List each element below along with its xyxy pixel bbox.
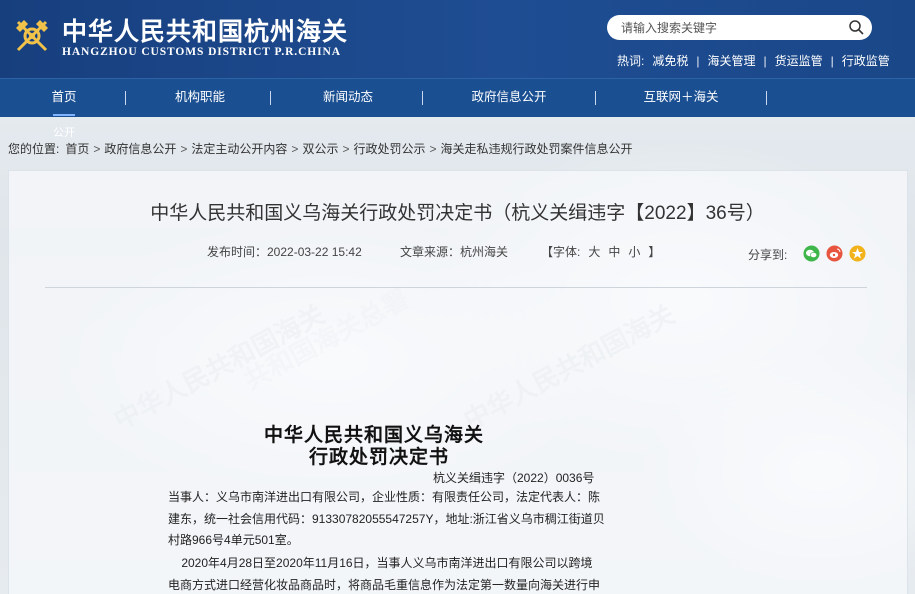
breadcrumb-double-publicity[interactable]: 双公示 — [302, 140, 338, 157]
title-divider — [45, 287, 867, 288]
search-box — [607, 15, 872, 40]
nav-separator — [766, 91, 767, 105]
nav-item-home[interactable]: 首页 — [38, 79, 90, 118]
site-header: 中华人民共和国杭州海关 HANGZHOU CUSTOMS DISTRICT P.… — [0, 0, 915, 78]
share-label: 分享到: — [748, 248, 788, 262]
breadcrumb-prefix: 您的位置: — [8, 142, 60, 156]
party-info-line: 建东，统一社会信用代码：91330782055547257Y，地址:浙江省义乌市… — [168, 511, 605, 526]
breadcrumb-separator: > — [180, 141, 188, 156]
nav-separator — [125, 91, 126, 105]
font-size-medium-button[interactable]: 中 — [608, 243, 620, 260]
nav-separator — [422, 91, 423, 105]
nav-item-news[interactable]: 新闻动态 — [316, 79, 380, 118]
hot-word-separator: | — [763, 53, 767, 68]
weibo-share-icon[interactable] — [826, 245, 843, 262]
nav-dropdown-fragment[interactable]: 公开 — [53, 124, 75, 140]
font-size-control: 【字体: 大 中 小 】 — [541, 243, 660, 260]
nav-separator — [270, 91, 271, 105]
breadcrumb-separator: > — [291, 141, 299, 156]
main-nav: 首页 机构职能 新闻动态 政府信息公开 互联网＋海关 — [0, 78, 915, 117]
font-size-small-button[interactable]: 小 — [628, 243, 640, 260]
customs-emblem-logo-icon[interactable] — [10, 14, 54, 58]
hot-word-2[interactable]: 海关管理 — [707, 52, 755, 69]
publish-time: 发布时间：2022-03-22 15:42 — [207, 245, 362, 259]
nav-separator — [595, 91, 596, 105]
search-icon[interactable] — [848, 19, 865, 36]
breadcrumb-statutory[interactable]: 法定主动公开内容 — [191, 140, 287, 157]
party-info-line: 当事人：义乌市南洋进出口有限公司，企业性质：有限责任公司，法定代表人：陈 — [168, 490, 601, 504]
breadcrumb-gov-info[interactable]: 政府信息公开 — [104, 140, 176, 157]
breadcrumb-separator: > — [342, 141, 350, 156]
nav-item-internet-customs[interactable]: 互联网＋海关 — [638, 79, 724, 118]
article-title: 中华人民共和国义乌海关行政处罚决定书（杭义关缉违字【2022】36号） — [150, 203, 765, 224]
body-text-line: 2020年4月28日至2020年11月16日，当事人义乌市南洋进出口有限公司以跨… — [168, 556, 593, 570]
hot-words-label: 热词: — [617, 54, 645, 68]
hot-word-4[interactable]: 行政监管 — [842, 52, 890, 69]
hot-word-1[interactable]: 减免税 — [652, 52, 688, 69]
wechat-share-icon[interactable] — [803, 245, 820, 262]
nav-item-gov-info[interactable]: 政府信息公开 — [466, 79, 552, 118]
party-info-line: 村路966号4单元501室。 — [168, 533, 299, 547]
breadcrumb-admin-penalty[interactable]: 行政处罚公示 — [353, 140, 425, 157]
article-source: 文章来源：杭州海关 — [400, 245, 509, 259]
breadcrumb-separator: > — [429, 141, 437, 156]
body-text-line: 电商方式进口经营化妆品商品时，将商品毛重信息作为法定第一数量向海关进行申 — [168, 578, 601, 592]
hot-word-separator: | — [696, 53, 700, 68]
nav-item-functions[interactable]: 机构职能 — [168, 79, 232, 118]
breadcrumb-home[interactable]: 首页 — [65, 140, 89, 157]
document-number: 杭义关缉违字（2022）0036号 — [433, 471, 595, 485]
site-name-chinese[interactable]: 中华人民共和国杭州海关 — [62, 12, 348, 48]
breadcrumb-separator: > — [93, 141, 101, 156]
hot-word-separator: | — [830, 53, 834, 68]
hot-word-3[interactable]: 货运监管 — [775, 52, 823, 69]
font-size-label: 【字体: — [541, 245, 581, 259]
hot-words: 热词: 减免税 | 海关管理 | 货运监管 | 行政监管 — [617, 52, 890, 69]
search-input[interactable] — [621, 19, 841, 36]
site-name-english: HANGZHOU CUSTOMS DISTRICT P.R.CHINA — [62, 46, 341, 58]
breadcrumb-current[interactable]: 海关走私违规行政处罚案件信息公开 — [441, 140, 633, 157]
qzone-share-icon[interactable] — [849, 245, 866, 262]
font-size-large-button[interactable]: 大 — [588, 243, 600, 260]
font-size-label-close: 】 — [648, 245, 661, 259]
breadcrumb: 您的位置: 首页 > 政府信息公开 > 法定主动公开内容 > 双公示 > 行政处… — [8, 140, 633, 157]
document-title-line2: 行政处罚决定书 — [309, 446, 450, 468]
